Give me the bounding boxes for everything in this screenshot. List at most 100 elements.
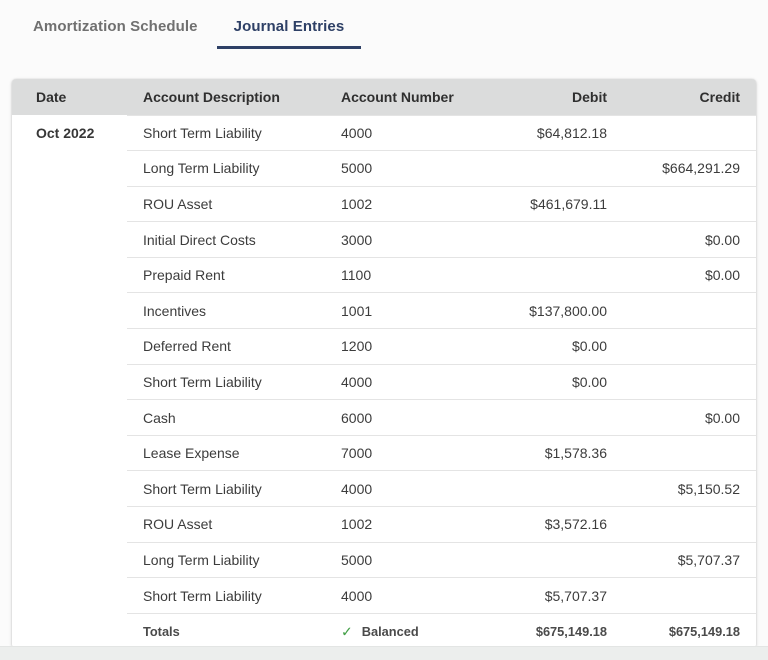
cell-date bbox=[12, 292, 127, 329]
cell-account-number: 4000 bbox=[325, 470, 470, 507]
cell-debit bbox=[470, 541, 623, 578]
cell-debit: $461,679.11 bbox=[470, 185, 623, 222]
tab-amortization-schedule[interactable]: Amortization Schedule bbox=[16, 8, 215, 49]
cell-date bbox=[12, 399, 127, 436]
cell-account-number: 1200 bbox=[325, 328, 470, 365]
table-row: Deferred Rent 1200 $0.00 bbox=[12, 328, 756, 365]
cell-date bbox=[12, 435, 127, 471]
cell-date bbox=[12, 150, 127, 187]
journal-entries-card: Date Account Description Account Number … bbox=[12, 79, 756, 649]
cell-account-number: 5000 bbox=[325, 541, 470, 578]
cell-credit bbox=[623, 434, 756, 471]
table-body: Oct 2022 Short Term Liability 4000 $64,8… bbox=[12, 114, 756, 614]
cell-credit bbox=[623, 292, 756, 329]
cell-description: ROU Asset bbox=[127, 185, 325, 222]
cell-account-number: 1002 bbox=[325, 185, 470, 222]
cell-account-number: 4000 bbox=[325, 114, 470, 151]
cell-credit: $5,707.37 bbox=[623, 541, 756, 578]
cell-description: Short Term Liability bbox=[127, 577, 325, 614]
table-row: Short Term Liability 4000 $0.00 bbox=[12, 363, 756, 400]
totals-credit: $675,149.18 bbox=[623, 612, 756, 649]
table-row: Cash 6000 $0.00 bbox=[12, 399, 756, 436]
cell-date bbox=[12, 257, 127, 293]
cell-credit: $0.00 bbox=[623, 256, 756, 293]
table-row: Incentives 1001 $137,800.00 bbox=[12, 292, 756, 329]
table-row: Prepaid Rent 1100 $0.00 bbox=[12, 256, 756, 293]
cell-description: Incentives bbox=[127, 292, 325, 329]
cell-description: Lease Expense bbox=[127, 434, 325, 471]
totals-row: Totals ✓ Balanced $675,149.18 $675,149.18 bbox=[12, 612, 756, 649]
cell-debit bbox=[470, 221, 623, 258]
cell-debit bbox=[470, 150, 623, 187]
cell-credit bbox=[623, 185, 756, 222]
cell-debit bbox=[470, 256, 623, 293]
cell-credit bbox=[623, 328, 756, 365]
table-row: Short Term Liability 4000 $5,150.52 bbox=[12, 470, 756, 507]
cell-account-number: 4000 bbox=[325, 577, 470, 614]
table-row: Initial Direct Costs 3000 $0.00 bbox=[12, 221, 756, 258]
cell-credit bbox=[623, 506, 756, 543]
cell-date bbox=[12, 328, 127, 365]
cell-credit: $664,291.29 bbox=[623, 150, 756, 187]
cell-account-number: 4000 bbox=[325, 363, 470, 400]
cell-credit: $0.00 bbox=[623, 221, 756, 258]
tab-journal-entries[interactable]: Journal Entries bbox=[216, 8, 362, 49]
journal-entries-table: Date Account Description Account Number … bbox=[12, 79, 756, 649]
cell-description: Long Term Liability bbox=[127, 541, 325, 578]
table-row: Lease Expense 7000 $1,578.36 bbox=[12, 434, 756, 471]
cell-date bbox=[12, 506, 127, 543]
cell-date: Oct 2022 bbox=[12, 115, 127, 151]
table-row: Long Term Liability 5000 $664,291.29 bbox=[12, 150, 756, 187]
cell-description: Initial Direct Costs bbox=[127, 221, 325, 258]
cell-debit bbox=[470, 470, 623, 507]
cell-account-number: 6000 bbox=[325, 399, 470, 436]
table-row: ROU Asset 1002 $3,572.16 bbox=[12, 506, 756, 543]
cell-description: Short Term Liability bbox=[127, 470, 325, 507]
totals-status-cell: ✓ Balanced bbox=[325, 612, 470, 649]
table-header: Date Account Description Account Number … bbox=[12, 79, 756, 115]
column-header-credit: Credit bbox=[623, 79, 756, 115]
cell-date bbox=[12, 186, 127, 222]
column-header-description: Account Description bbox=[127, 79, 325, 115]
cell-account-number: 1002 bbox=[325, 506, 470, 543]
table-row: Long Term Liability 5000 $5,707.37 bbox=[12, 541, 756, 578]
totals-debit: $675,149.18 bbox=[470, 612, 623, 649]
cell-debit: $3,572.16 bbox=[470, 506, 623, 543]
cell-date bbox=[12, 221, 127, 258]
totals-date-spacer bbox=[12, 613, 127, 649]
cell-debit: $64,812.18 bbox=[470, 114, 623, 151]
table-row: ROU Asset 1002 $461,679.11 bbox=[12, 185, 756, 222]
cell-account-number: 5000 bbox=[325, 150, 470, 187]
cell-account-number: 1100 bbox=[325, 256, 470, 293]
cell-account-number: 3000 bbox=[325, 221, 470, 258]
cell-date bbox=[12, 470, 127, 507]
table-footer: Totals ✓ Balanced $675,149.18 $675,149.18 bbox=[12, 612, 756, 649]
cell-date bbox=[12, 364, 127, 400]
table-row: Oct 2022 Short Term Liability 4000 $64,8… bbox=[12, 114, 756, 151]
cell-credit: $0.00 bbox=[623, 399, 756, 436]
cell-description: ROU Asset bbox=[127, 506, 325, 543]
cell-date bbox=[12, 542, 127, 578]
cell-debit: $0.00 bbox=[470, 328, 623, 365]
cell-description: Cash bbox=[127, 399, 325, 436]
check-icon: ✓ bbox=[341, 623, 353, 640]
cell-credit bbox=[623, 577, 756, 614]
cell-debit: $5,707.37 bbox=[470, 577, 623, 614]
cell-debit bbox=[470, 399, 623, 436]
cell-debit: $1,578.36 bbox=[470, 434, 623, 471]
cell-description: Long Term Liability bbox=[127, 150, 325, 187]
cell-debit: $137,800.00 bbox=[470, 292, 623, 329]
cell-date bbox=[12, 577, 127, 614]
cell-credit: $5,150.52 bbox=[623, 470, 756, 507]
cell-description: Short Term Liability bbox=[127, 114, 325, 151]
cell-description: Prepaid Rent bbox=[127, 256, 325, 293]
column-header-date: Date bbox=[12, 79, 127, 115]
tab-bar: Amortization Schedule Journal Entries bbox=[0, 0, 768, 49]
table-row: Short Term Liability 4000 $5,707.37 bbox=[12, 577, 756, 614]
column-header-account-number: Account Number bbox=[325, 79, 470, 115]
cell-account-number: 7000 bbox=[325, 434, 470, 471]
totals-label: Totals bbox=[127, 612, 325, 649]
balanced-status-label: Balanced bbox=[361, 623, 419, 639]
cell-account-number: 1001 bbox=[325, 292, 470, 329]
cell-description: Short Term Liability bbox=[127, 363, 325, 400]
